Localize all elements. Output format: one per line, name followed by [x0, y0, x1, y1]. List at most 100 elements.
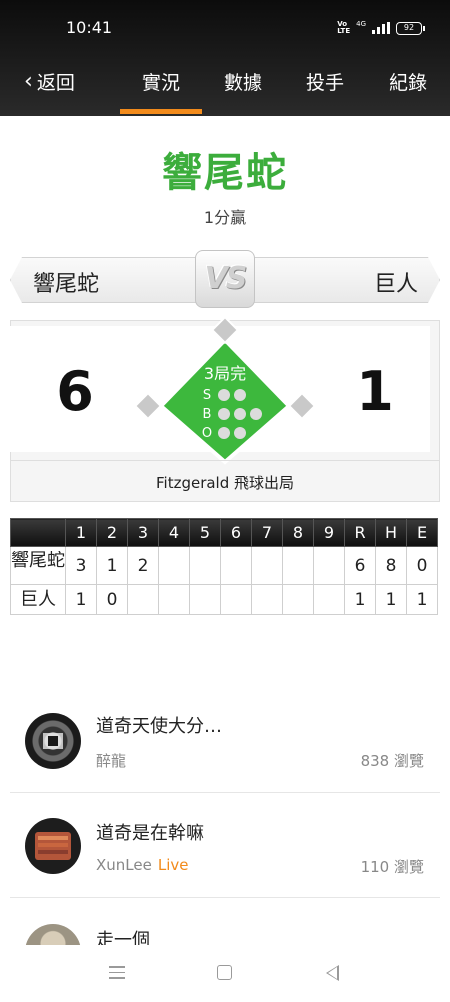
score-cell: 3: [65, 546, 97, 585]
team-cell-label: 響尾蛇: [11, 551, 65, 571]
nav-bar: ‹ 返回 實況 數據 投手 紀錄: [0, 56, 450, 116]
post-author: XunLee Live: [96, 856, 188, 874]
strike-dot: [234, 389, 246, 401]
team-cell: 響尾蛇: [10, 546, 66, 585]
system-nav-bar: [0, 955, 450, 1000]
volte-icon: Vo LTE: [337, 20, 351, 35]
tab-pitchers[interactable]: 投手: [306, 68, 344, 95]
active-tab-indicator: [120, 109, 202, 114]
header-cell: R: [344, 518, 376, 547]
score-cell: 2: [127, 546, 159, 585]
ball-label: B: [202, 407, 212, 422]
ball-dot: [250, 408, 262, 420]
menu-icon[interactable]: [109, 966, 125, 980]
home-icon[interactable]: [217, 965, 232, 980]
header-cell: 7: [251, 518, 283, 547]
score-cell: 1: [406, 584, 438, 615]
status-icons: Vo LTE 4G 92: [337, 20, 425, 36]
out-dot: [218, 427, 230, 439]
inning-status: 3局完: [203, 364, 247, 383]
live-badge: Live: [157, 856, 189, 874]
author-name: 醉龍: [96, 752, 127, 770]
post-title: 道奇天使大分…: [96, 716, 222, 737]
score-cell: [282, 584, 314, 615]
win-margin: 1分贏: [203, 208, 247, 227]
header-cell: H: [375, 518, 407, 547]
table-row: 巨人 1 0 1 1 1: [10, 584, 438, 615]
header-cell: 2: [96, 518, 128, 547]
first-base-icon: [287, 391, 317, 421]
winner-team: 響尾蛇: [162, 150, 288, 196]
score-cell: [220, 584, 252, 615]
back-label: 返回: [36, 72, 75, 94]
strike-dot: [218, 389, 230, 401]
score-cell: [251, 546, 283, 585]
avatar-image: [43, 733, 63, 749]
tab-records[interactable]: 紀錄: [389, 68, 427, 95]
list-item[interactable]: 道奇天使大分… 醉龍 838 瀏覽: [0, 688, 450, 792]
back-triangle-icon[interactable]: [326, 965, 339, 981]
vs-badge: VS: [195, 250, 255, 308]
signal-icon: [372, 22, 390, 34]
avatar[interactable]: [25, 713, 81, 769]
network-type: 4G: [356, 20, 366, 28]
last-play-text: Fitzgerald 飛球出局: [155, 474, 295, 492]
avatar[interactable]: [25, 818, 81, 874]
second-base-icon: [210, 315, 240, 345]
ball-dot: [218, 408, 230, 420]
score-cell: 1: [65, 584, 97, 615]
post-views: 838 瀏覽: [360, 752, 424, 770]
infield: [158, 337, 292, 465]
line-score-table: 1 2 3 4 5 6 7 8 9 R H E 響尾蛇 3 1 2 6 8 0 …: [10, 518, 438, 615]
header-cell: 8: [282, 518, 314, 547]
header-cell: 3: [127, 518, 159, 547]
away-score: 6: [56, 360, 94, 423]
header-cell: 4: [158, 518, 190, 547]
out-dot: [234, 427, 246, 439]
score-cell: 0: [96, 584, 128, 615]
score-cell: [189, 546, 221, 585]
tab-live[interactable]: 實況: [142, 68, 180, 95]
out-label: O: [201, 426, 213, 441]
header-cell: 6: [220, 518, 252, 547]
score-cell: [313, 546, 345, 585]
home-team-name: 巨人: [373, 272, 418, 297]
score-cell: [251, 584, 283, 615]
author-name: XunLee: [96, 856, 152, 874]
chevron-left-icon: ‹: [24, 68, 33, 94]
third-base-icon: [133, 391, 163, 421]
score-cell: [220, 546, 252, 585]
top-header: 10:41 Vo LTE 4G 92 ‹ 返回 實況 數據 投手 紀錄: [0, 0, 450, 116]
score-cell: 1: [96, 546, 128, 585]
header-cell: 9: [313, 518, 345, 547]
header-cell: [10, 518, 66, 547]
score-cell: [282, 546, 314, 585]
post-views: 110 瀏覽: [360, 858, 424, 876]
table-row: 響尾蛇 3 1 2 6 8 0: [10, 546, 438, 585]
post-title: 道奇是在幹嘛: [96, 823, 204, 844]
battery-icon: 92: [396, 21, 425, 35]
away-team-name: 響尾蛇: [33, 272, 100, 297]
score-cell: [313, 584, 345, 615]
status-bar: 10:41 Vo LTE 4G 92: [0, 0, 450, 52]
score-cell: [158, 546, 190, 585]
score-cell: 1: [344, 584, 376, 615]
line-score-header: 1 2 3 4 5 6 7 8 9 R H E: [10, 518, 438, 547]
header-cell: E: [406, 518, 438, 547]
score-cell: 8: [375, 546, 407, 585]
ball-dot: [234, 408, 246, 420]
list-item[interactable]: 道奇是在幹嘛 XunLee Live 110 瀏覽: [0, 793, 450, 897]
post-author: 醉龍: [96, 750, 126, 771]
header-cell: 5: [189, 518, 221, 547]
team-cell: 巨人: [10, 584, 66, 615]
score-cell: 1: [375, 584, 407, 615]
tab-stats[interactable]: 數據: [224, 68, 262, 95]
score-cell: [127, 584, 159, 615]
divider: [10, 460, 440, 461]
score-cell: [189, 584, 221, 615]
status-time: 10:41: [66, 18, 113, 37]
avatar-image: [35, 832, 71, 860]
score-cell: [158, 584, 190, 615]
strike-label: S: [202, 388, 212, 403]
back-button[interactable]: ‹ 返回: [24, 68, 75, 95]
